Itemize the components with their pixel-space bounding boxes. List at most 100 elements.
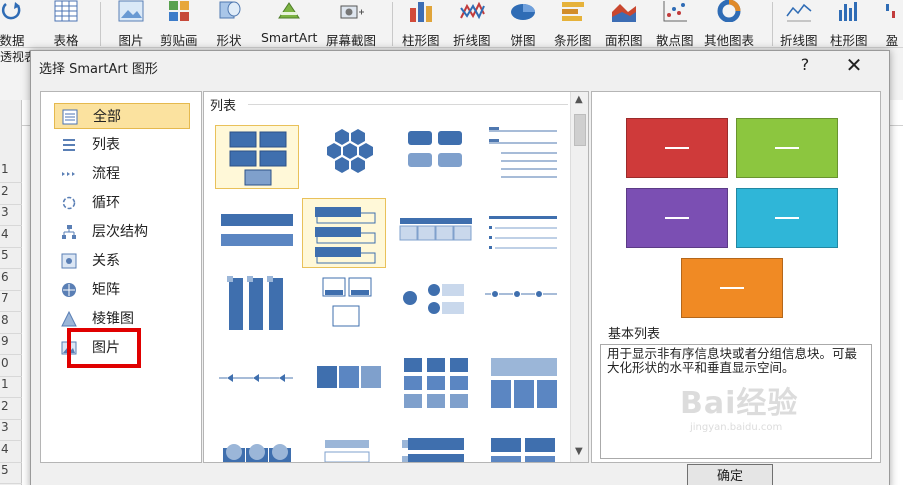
row-number[interactable]: 4 xyxy=(0,227,22,248)
layout-circle-accent[interactable] xyxy=(394,274,478,338)
layout-bending-block[interactable] xyxy=(481,432,565,462)
row-number[interactable]: 3 xyxy=(0,420,22,441)
preview-shape xyxy=(681,258,783,318)
watermark: Bai经验 jingyan.baidu.com xyxy=(680,378,799,433)
preview-shape xyxy=(736,188,838,248)
watermark-url: jingyan.baidu.com xyxy=(690,422,783,433)
gallery-scrollbar[interactable]: ▲ ▼ xyxy=(570,92,588,462)
layout-picture-caption[interactable] xyxy=(309,274,393,338)
row-number[interactable]: 2 xyxy=(0,399,22,420)
row-number[interactable]: 7 xyxy=(0,291,22,312)
area-chart-icon xyxy=(610,0,638,22)
line-chart-icon xyxy=(458,0,486,22)
ribbon-bar-chart-button[interactable]: 条形图 xyxy=(554,0,592,49)
ribbon-other-chart-button[interactable]: 其他图表 xyxy=(704,0,754,49)
column-chart-icon xyxy=(407,0,435,22)
gallery-heading: 列表 xyxy=(210,99,237,114)
layout-arrow-list[interactable] xyxy=(215,354,299,418)
category-list: 全部 列表 流程 循环 层次结构 关系 矩阵 棱锥图 图片 xyxy=(40,91,202,463)
category-process[interactable]: 流程 xyxy=(54,161,190,187)
ribbon-clipart-button[interactable]: 剪贴画 xyxy=(160,0,198,49)
row-number[interactable]: 3 xyxy=(0,205,22,226)
category-cycle[interactable]: 循环 xyxy=(54,190,190,216)
layout-pyramid-list[interactable] xyxy=(481,354,565,418)
row-headers: 123456789012345 xyxy=(0,100,22,485)
row-number[interactable]: 5 xyxy=(0,463,22,484)
sparkline-line-icon xyxy=(785,0,813,22)
shapes-icon xyxy=(215,0,243,22)
ribbon-sparkline-winloss-button[interactable]: 盈 xyxy=(884,0,900,49)
pyramid-icon xyxy=(61,311,77,327)
screenshot-icon xyxy=(337,0,365,22)
ribbon: 数据 表格 图片 剪贴画 形状 SmartArt 屏幕截图 柱形图 折线图 饼图… xyxy=(0,0,903,48)
layout-trapezoid-list[interactable] xyxy=(481,204,565,268)
layout-lined-list[interactable] xyxy=(481,125,565,189)
ok-button[interactable]: 确定 xyxy=(687,464,773,485)
watermark-logo: Bai经验 xyxy=(680,386,799,421)
preview-shape xyxy=(626,188,728,248)
row-number[interactable]: 0 xyxy=(0,356,22,377)
layout-grouped-list[interactable] xyxy=(394,354,478,418)
scroll-thumb[interactable] xyxy=(574,114,586,146)
row-number[interactable]: 1 xyxy=(0,162,22,183)
category-matrix[interactable]: 矩阵 xyxy=(54,277,190,303)
ribbon-sparkline-column-button[interactable]: 柱形图 xyxy=(830,0,868,49)
layout-vertical-box-list[interactable] xyxy=(302,198,386,268)
ribbon-pie-chart-button[interactable]: 饼图 xyxy=(509,0,537,49)
process-icon xyxy=(61,166,77,182)
other-chart-icon xyxy=(715,0,743,22)
row-number[interactable]: 8 xyxy=(0,313,22,334)
pie-chart-icon xyxy=(509,0,537,22)
help-button[interactable]: ? xyxy=(795,55,815,74)
preview-title: 基本列表 xyxy=(608,327,661,342)
ribbon-column-chart-button[interactable]: 柱形图 xyxy=(402,0,440,49)
row-number[interactable]: 6 xyxy=(0,270,22,291)
layout-picture-list[interactable] xyxy=(215,432,299,462)
scroll-up-icon[interactable]: ▲ xyxy=(575,94,583,105)
ribbon-shapes-button[interactable]: 形状 xyxy=(215,0,243,49)
ribbon-sparkline-line-button[interactable]: 折线图 xyxy=(780,0,818,49)
row-number[interactable]: 4 xyxy=(0,442,22,463)
close-button[interactable]: ✕ xyxy=(841,53,867,77)
ribbon-line-chart-button[interactable]: 折线图 xyxy=(453,0,491,49)
refresh-icon xyxy=(0,0,26,22)
layout-gallery: 列表 ▲ ▼ xyxy=(203,91,589,463)
dialog-title: 选择 SmartArt 图形 xyxy=(39,62,158,77)
layout-horizontal-bullet[interactable] xyxy=(215,204,299,268)
category-list-item[interactable]: 列表 xyxy=(54,132,190,158)
matrix-icon xyxy=(61,282,77,298)
row-number[interactable]: 1 xyxy=(0,377,22,398)
row-number[interactable]: 2 xyxy=(0,184,22,205)
hierarchy-icon xyxy=(61,224,77,240)
list-icon xyxy=(61,137,77,153)
layout-table-list[interactable] xyxy=(394,204,478,268)
bar-chart-icon xyxy=(559,0,587,22)
category-hierarchy[interactable]: 层次结构 xyxy=(54,219,190,245)
layout-hexagon-cluster[interactable] xyxy=(309,125,393,189)
ribbon-smartart-button[interactable]: SmartArt xyxy=(261,0,317,45)
ribbon-scatter-chart-button[interactable]: 散点图 xyxy=(656,0,694,49)
ribbon-picture-button[interactable]: 图片 xyxy=(117,0,145,49)
row-number[interactable]: 9 xyxy=(0,334,22,355)
ribbon-data-button[interactable]: 数据 xyxy=(0,0,26,49)
scatter-chart-icon xyxy=(661,0,689,22)
table-icon xyxy=(52,0,80,22)
category-all[interactable]: 全部 xyxy=(54,103,190,129)
category-relationship[interactable]: 关系 xyxy=(54,248,190,274)
ribbon-table-button[interactable]: 表格 xyxy=(52,0,80,49)
cycle-icon xyxy=(61,195,77,211)
layout-tabbed-list[interactable] xyxy=(394,432,478,462)
layout-chevron-list[interactable] xyxy=(309,432,393,462)
picture-icon xyxy=(117,0,145,22)
layout-stacked-arrow-list[interactable] xyxy=(309,354,393,418)
ribbon-area-chart-button[interactable]: 面积图 xyxy=(605,0,643,49)
layout-stacked-blocks[interactable] xyxy=(394,125,478,189)
smartart-icon xyxy=(275,0,303,22)
layout-dot-list[interactable] xyxy=(481,274,565,338)
all-icon xyxy=(62,109,78,125)
scroll-down-icon[interactable]: ▼ xyxy=(575,446,583,457)
ribbon-screenshot-button[interactable]: 屏幕截图 xyxy=(326,0,376,49)
layout-vertical-bullet[interactable] xyxy=(215,274,299,338)
layout-basic-block-list[interactable] xyxy=(215,125,299,189)
row-number[interactable]: 5 xyxy=(0,248,22,269)
